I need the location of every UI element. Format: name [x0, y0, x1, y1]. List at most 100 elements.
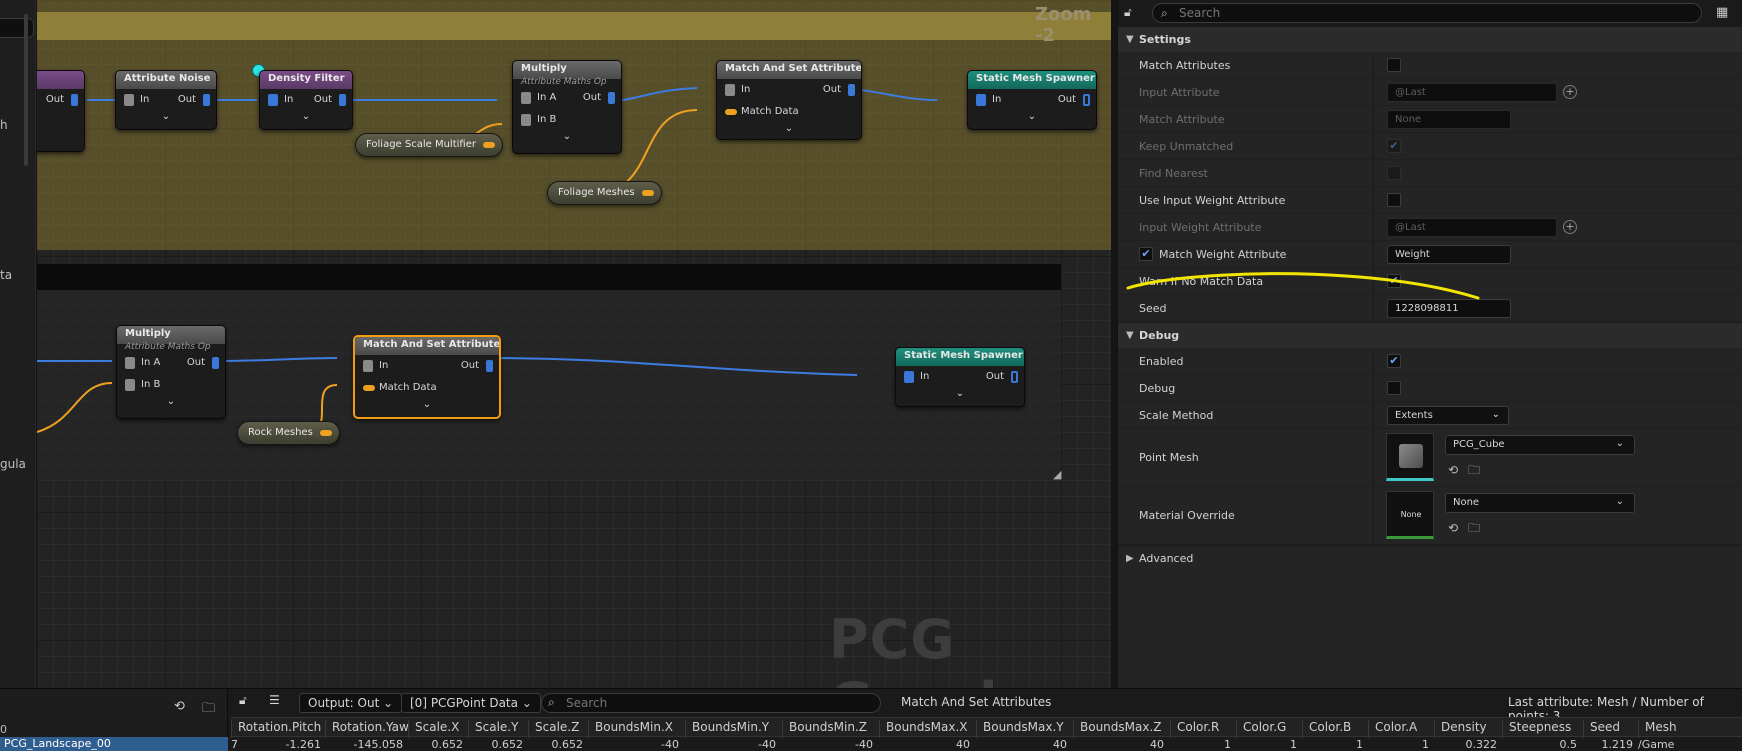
- input-pin[interactable]: [125, 379, 135, 391]
- column-header[interactable]: Density: [1434, 720, 1487, 738]
- chevron-down-icon[interactable]: ⌄: [513, 131, 621, 145]
- node-static-mesh-spawner[interactable]: Static Mesh Spawner In Out ⌄: [967, 70, 1097, 130]
- debug-checkbox[interactable]: [1387, 381, 1401, 395]
- param-pin[interactable]: [319, 430, 332, 436]
- chevron-down-icon[interactable]: ⌄: [968, 111, 1096, 125]
- input-pin[interactable]: [124, 94, 134, 106]
- node-static-mesh-spawner[interactable]: Static Mesh Spawner In Out ⌄: [895, 347, 1025, 407]
- column-header[interactable]: Rotation.Pitch: [231, 720, 321, 738]
- input-weight-field[interactable]: @Last: [1387, 218, 1557, 237]
- folder-icon[interactable]: 🗀︎: [202, 699, 215, 721]
- node-attribute-noise[interactable]: Attribute Noise In Out ⌄: [115, 70, 217, 130]
- filter-icon[interactable]: ☰: [269, 693, 280, 713]
- output-pin[interactable]: [486, 360, 493, 372]
- mesh-thumbnail[interactable]: [1386, 433, 1434, 481]
- column-header[interactable]: BoundsMax.Y: [976, 720, 1064, 738]
- param-pin[interactable]: [363, 385, 375, 391]
- column-header[interactable]: BoundsMin.Y: [685, 720, 769, 738]
- node-density-filter[interactable]: Density Filter In Out ⌄: [259, 70, 353, 130]
- node-partial[interactable]: Out: [37, 70, 85, 152]
- column-header[interactable]: Scale.X: [408, 720, 459, 738]
- data-search[interactable]: ⌕: [541, 693, 881, 713]
- param-pin[interactable]: [641, 190, 654, 196]
- input-pin[interactable]: [904, 371, 914, 383]
- output-pin[interactable]: [339, 94, 346, 106]
- point-mesh-picker[interactable]: PCG_Cube ⌄: [1445, 435, 1635, 455]
- view-options-icon[interactable]: ▦: [1716, 5, 1728, 20]
- param-pin[interactable]: [482, 142, 495, 148]
- column-header[interactable]: Scale.Y: [468, 720, 518, 738]
- output-pin[interactable]: [71, 94, 78, 106]
- material-override-picker[interactable]: None ⌄: [1445, 493, 1635, 513]
- back-icon[interactable]: ⟲: [174, 699, 185, 714]
- input-pin[interactable]: [521, 92, 531, 104]
- column-header[interactable]: BoundsMax.Z: [1073, 720, 1162, 738]
- chevron-down-icon[interactable]: ⌄: [896, 388, 1024, 402]
- chevron-down-icon[interactable]: ⌄: [116, 111, 216, 125]
- scale-method-dropdown[interactable]: Extents ⌄: [1387, 406, 1509, 425]
- output-pin[interactable]: [203, 94, 210, 106]
- chevron-down-icon[interactable]: ⌄: [355, 399, 499, 413]
- column-header[interactable]: Color.A: [1368, 720, 1417, 738]
- match-weight-field[interactable]: Weight: [1387, 245, 1511, 264]
- match-weight-override-checkbox[interactable]: ✔: [1139, 247, 1153, 261]
- table-row[interactable]: 7 -1.261 -145.058 0.652 0.652 0.652 -40 …: [231, 738, 1742, 751]
- details-search[interactable]: ⌕: [1152, 3, 1702, 23]
- match-attributes-checkbox[interactable]: [1387, 58, 1401, 72]
- chevron-down-icon[interactable]: ⌄: [117, 396, 225, 410]
- column-header[interactable]: BoundsMin.Z: [782, 720, 867, 738]
- left-panel-field[interactable]: [0, 18, 34, 38]
- input-pin[interactable]: [268, 94, 278, 106]
- column-header[interactable]: Steepness: [1502, 720, 1571, 738]
- enabled-checkbox[interactable]: ✔: [1387, 354, 1401, 368]
- column-header[interactable]: Color.B: [1302, 720, 1351, 738]
- unlock-icon[interactable]: 🔓︎: [1124, 5, 1138, 19]
- node-match-and-set-attributes[interactable]: Match And Set Attributes In Out Match Da…: [716, 60, 862, 140]
- param-pin[interactable]: [725, 109, 737, 115]
- column-header[interactable]: BoundsMin.X: [588, 720, 673, 738]
- browse-folder-icon[interactable]: 🗀︎: [1468, 521, 1480, 535]
- column-header[interactable]: Rotation.Yaw: [325, 720, 409, 738]
- input-pin[interactable]: [976, 94, 986, 106]
- input-pin[interactable]: [521, 114, 531, 126]
- find-nearest-checkbox[interactable]: [1387, 166, 1401, 180]
- use-input-weight-checkbox[interactable]: [1387, 193, 1401, 207]
- use-selected-icon[interactable]: ⟲: [1448, 463, 1458, 477]
- details-search-input[interactable]: [1179, 6, 1679, 20]
- node-match-and-set-attributes-selected[interactable]: Match And Set Attributes In Out Match Da…: [353, 335, 501, 419]
- column-header[interactable]: Scale.Z: [528, 720, 579, 738]
- output-pin[interactable]: [1011, 371, 1018, 383]
- column-header[interactable]: BoundsMax.X: [879, 720, 968, 738]
- pcg-graph-canvas[interactable]: ◢ Out Attribute Noise In Out ⌄ Density F…: [37, 0, 1111, 688]
- output-pin[interactable]: [848, 84, 855, 96]
- output-pin[interactable]: [608, 92, 615, 104]
- input-pin[interactable]: [725, 84, 735, 96]
- left-panel-scrollbar[interactable]: [24, 14, 28, 166]
- param-foliage-meshes[interactable]: Foliage Meshes: [547, 181, 662, 205]
- column-header[interactable]: Color.R: [1170, 720, 1219, 738]
- add-icon[interactable]: +: [1563, 85, 1577, 99]
- category-advanced[interactable]: ▶ Advanced: [1118, 545, 1742, 571]
- keep-unmatched-checkbox[interactable]: ✔: [1387, 139, 1401, 153]
- param-rock-meshes[interactable]: Rock Meshes: [237, 421, 340, 445]
- data-search-input[interactable]: [566, 696, 866, 710]
- output-dropdown[interactable]: Output: Out ⌄: [299, 693, 403, 713]
- data-dropdown[interactable]: [0] PCGPoint Data ⌄: [401, 693, 541, 713]
- input-pin[interactable]: [363, 360, 373, 372]
- node-multiply[interactable]: Multiply Attribute Maths Op In A Out In …: [512, 60, 622, 154]
- chevron-down-icon[interactable]: ⌄: [717, 123, 861, 137]
- output-pin[interactable]: [1083, 94, 1090, 106]
- category-settings[interactable]: ▼ Settings: [1118, 26, 1742, 52]
- match-attribute-field[interactable]: None: [1387, 110, 1511, 129]
- material-thumbnail[interactable]: None: [1386, 491, 1434, 539]
- input-pin[interactable]: [125, 357, 135, 369]
- lock-icon[interactable]: 🔓︎: [239, 693, 247, 713]
- category-debug[interactable]: ▼ Debug: [1118, 322, 1742, 348]
- column-header[interactable]: Color.G: [1236, 720, 1286, 738]
- column-header[interactable]: Seed: [1583, 720, 1620, 738]
- chevron-down-icon[interactable]: ⌄: [260, 111, 352, 125]
- input-attribute-field[interactable]: @Last: [1387, 83, 1557, 102]
- node-multiply[interactable]: Multiply Attribute Maths Op In A Out In …: [116, 325, 226, 419]
- column-header[interactable]: Mesh: [1638, 720, 1677, 738]
- outliner-item-selected[interactable]: PCG_Landscape_00: [0, 737, 228, 751]
